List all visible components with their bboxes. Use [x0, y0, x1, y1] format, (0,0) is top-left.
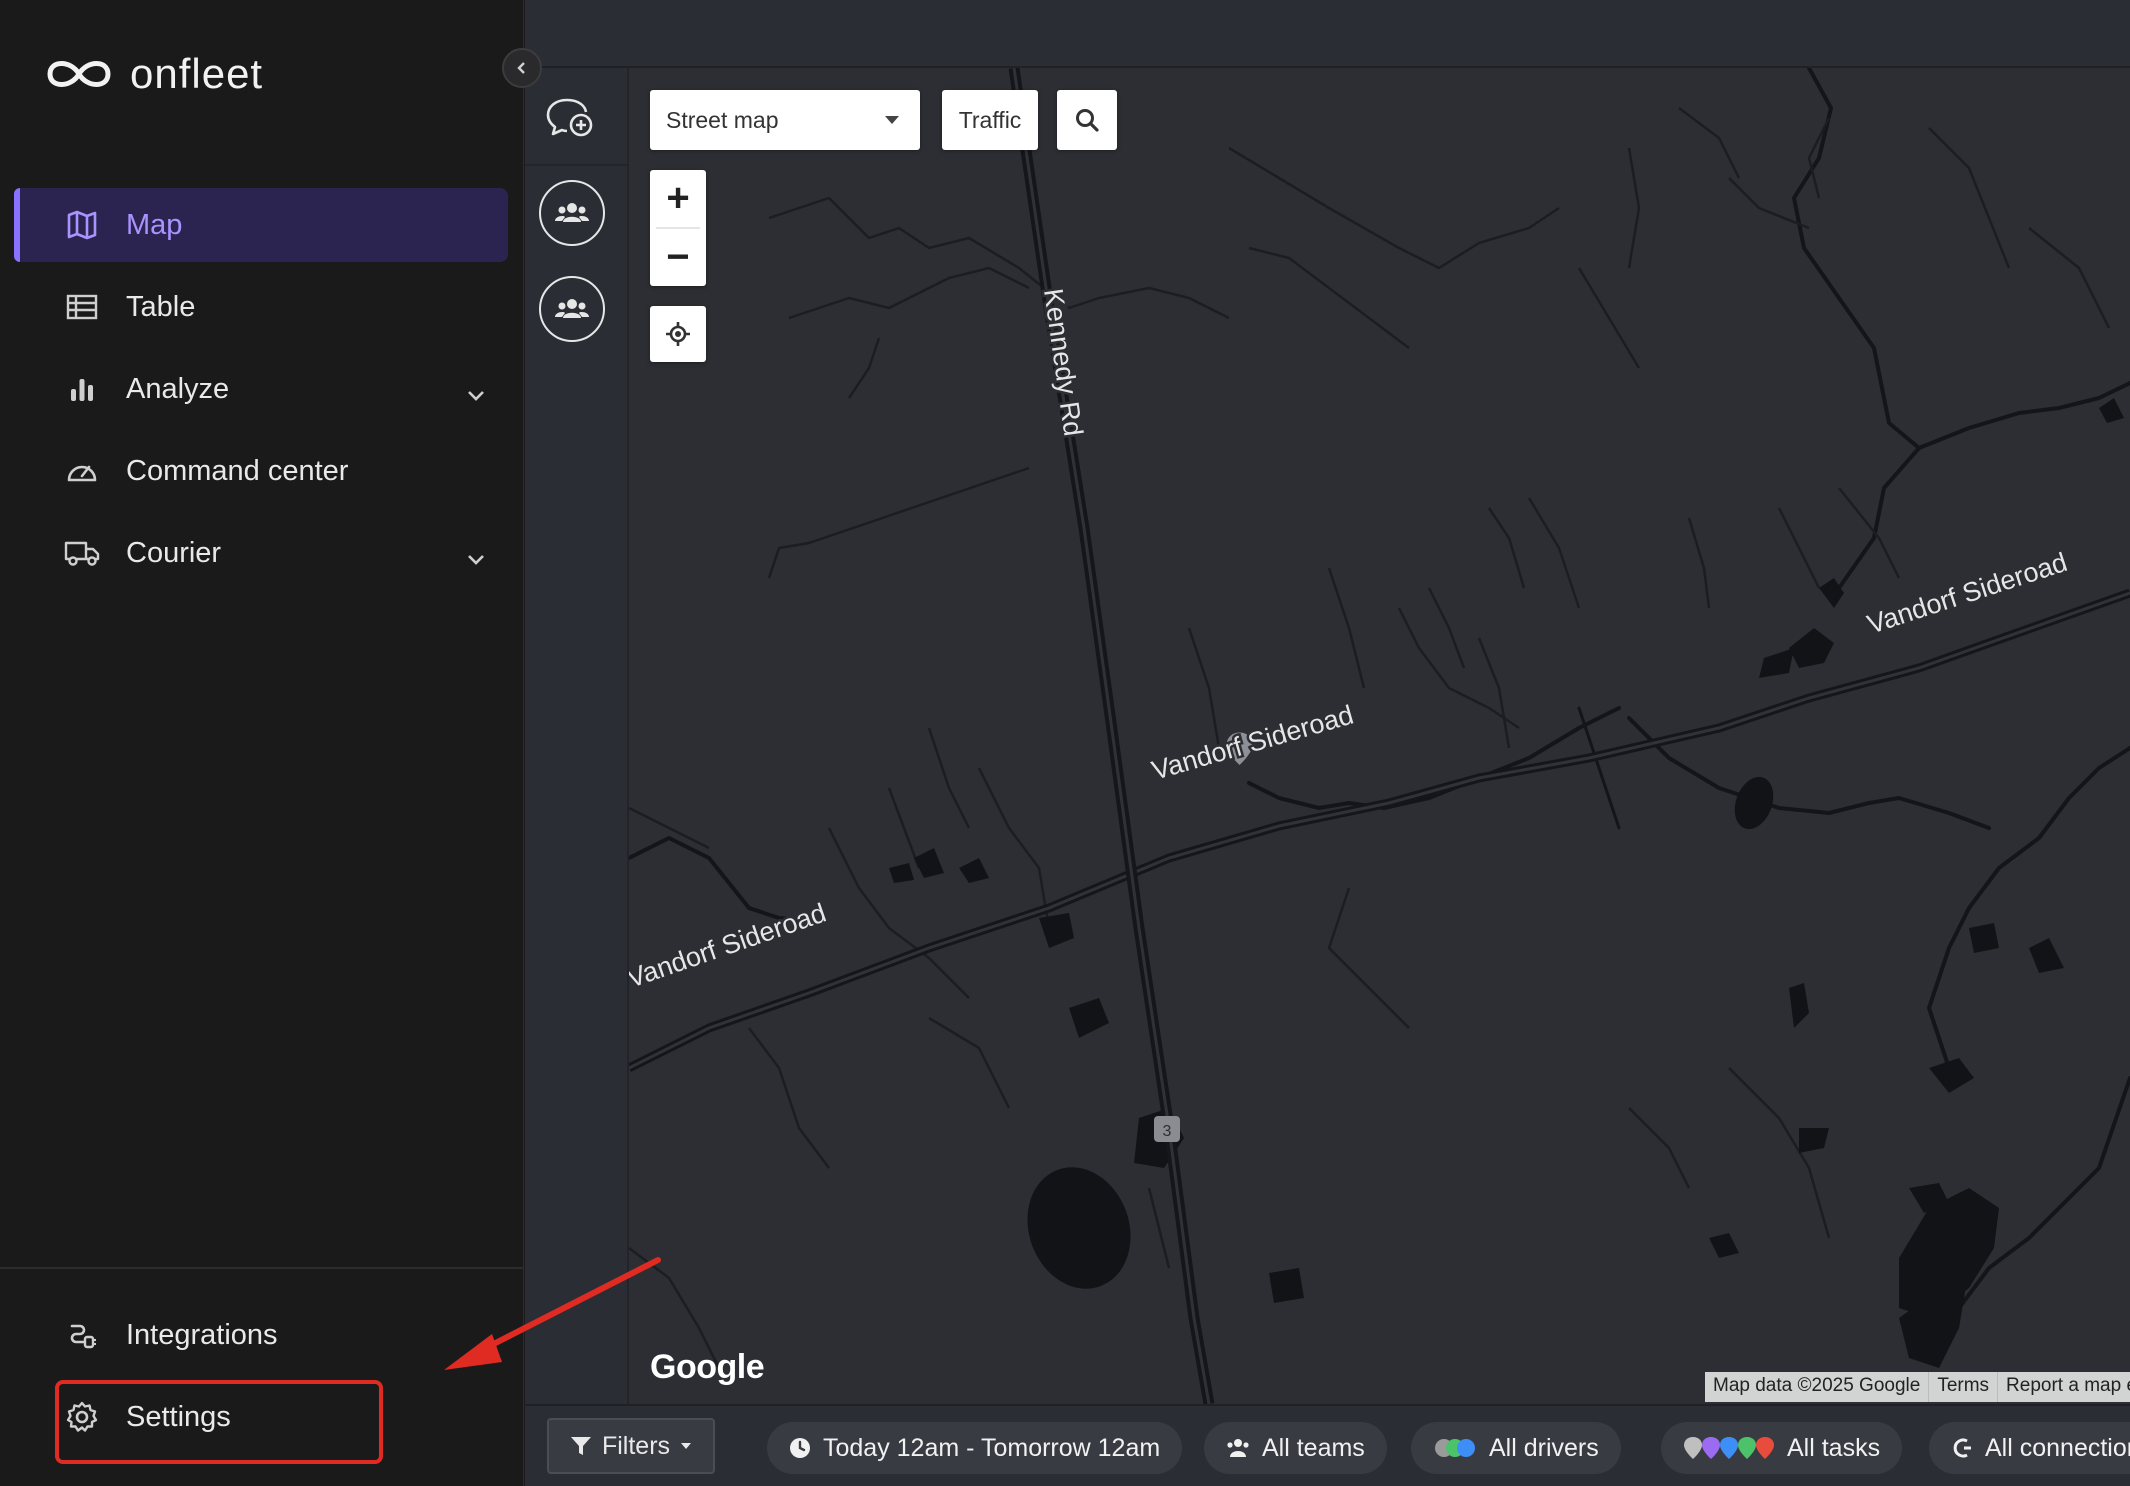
driver-status-icon — [1435, 1439, 1475, 1457]
gauge-icon — [64, 453, 100, 489]
map-attribution: Map data ©2025 Google Terms Report a map… — [1705, 1372, 2130, 1402]
map-type-select[interactable]: Street map — [650, 90, 920, 150]
locate-me-button[interactable] — [650, 306, 706, 362]
sidebar-item-map[interactable]: Map — [14, 188, 508, 262]
connections-label: All connections — [1985, 1433, 2130, 1462]
sidebar-item-settings[interactable]: Settings — [14, 1380, 508, 1454]
filters-button[interactable]: Filters — [547, 1418, 715, 1474]
route-shield-icon: 3 — [1154, 1116, 1180, 1142]
tasks-chip[interactable]: All tasks — [1661, 1422, 1903, 1474]
map-icon — [64, 207, 100, 243]
infinity-logo-icon — [44, 54, 114, 94]
gear-icon — [64, 1399, 100, 1435]
annotation-arrow-icon — [444, 1257, 661, 1370]
main-nav: Map Table Analyze Command center Courier — [14, 188, 508, 598]
driver-group-button[interactable] — [539, 276, 605, 342]
connection-icon — [1953, 1438, 1971, 1458]
sidebar-item-label: Command center — [126, 454, 349, 487]
map-search-button[interactable] — [1057, 90, 1117, 150]
crosshair-icon — [666, 322, 690, 346]
sidebar-item-label: Analyze — [126, 372, 230, 405]
drivers-chip[interactable]: All drivers — [1411, 1422, 1621, 1474]
map-left-rail — [525, 68, 629, 1404]
drivers-label: All drivers — [1489, 1433, 1599, 1462]
truck-icon — [64, 535, 100, 571]
terms-link[interactable]: Terms — [1929, 1372, 1999, 1402]
brand-logo[interactable]: onfleet — [44, 50, 263, 98]
filter-bar: Filters Today 12am - Tomorrow 12am All t… — [525, 1404, 2130, 1486]
new-chat-icon[interactable] — [545, 96, 597, 145]
sidebar-item-analyze[interactable]: Analyze — [14, 352, 508, 426]
sidebar-item-courier[interactable]: Courier — [14, 516, 508, 590]
traffic-toggle-button[interactable]: Traffic — [942, 90, 1038, 150]
task-pins-icon — [1684, 1437, 1774, 1459]
sidebar-item-label: Integrations — [126, 1318, 278, 1351]
filters-label: Filters — [601, 1431, 671, 1460]
connections-chip[interactable]: All connections — [1929, 1422, 2130, 1474]
time-range-chip[interactable]: Today 12am - Tomorrow 12am — [767, 1422, 1183, 1474]
zoom-in-button[interactable]: + — [650, 170, 706, 227]
users-icon — [555, 203, 589, 222]
map-tiles: 3 Kennedy Rd Vandorf Sideroad Vandorf Si… — [629, 68, 2130, 1404]
route-shield-label: 3 — [1163, 1123, 1172, 1140]
chevron-left-icon — [517, 62, 525, 74]
caret-down-icon — [681, 1443, 692, 1449]
map-canvas[interactable]: 3 Kennedy Rd Vandorf Sideroad Vandorf Si… — [629, 68, 2130, 1404]
sidebar-item-table[interactable]: Table — [14, 270, 508, 344]
team-icon — [1227, 1439, 1249, 1457]
chevron-down-icon[interactable] — [466, 542, 486, 575]
report-error-link[interactable]: Report a map error — [1998, 1372, 2130, 1402]
collapse-sidebar-button[interactable] — [502, 48, 542, 88]
traffic-label: Traffic — [958, 106, 1022, 133]
users-icon — [555, 299, 589, 318]
chevron-down-icon[interactable] — [466, 378, 486, 411]
bar-chart-icon — [64, 371, 100, 407]
team-view-button[interactable] — [539, 180, 605, 246]
clock-icon — [790, 1438, 810, 1458]
sidebar-item-label: Settings — [126, 1400, 231, 1433]
map-panel: 3 Kennedy Rd Vandorf Sideroad Vandorf Si… — [525, 0, 2130, 1486]
zoom-out-button[interactable]: − — [650, 229, 706, 286]
map-type-value: Street map — [666, 106, 779, 133]
brand-name: onfleet — [130, 50, 264, 97]
sidebar-item-command-center[interactable]: Command center — [14, 434, 508, 508]
integrations-icon — [64, 1317, 100, 1353]
caret-down-icon — [885, 116, 899, 124]
search-icon — [1076, 109, 1099, 132]
time-range-label: Today 12am - Tomorrow 12am — [823, 1433, 1161, 1462]
zoom-controls: + − — [650, 170, 706, 286]
sidebar-item-label: Table — [126, 290, 196, 323]
sidebar-item-label: Map — [126, 208, 183, 241]
tasks-label: All tasks — [1787, 1433, 1881, 1462]
rail-divider — [525, 164, 627, 166]
top-bar — [525, 0, 2130, 68]
table-icon — [64, 289, 100, 325]
teams-chip[interactable]: All teams — [1204, 1422, 1387, 1474]
map-data-credit: Map data ©2025 Google — [1705, 1372, 1930, 1402]
teams-label: All teams — [1262, 1433, 1365, 1462]
funnel-icon — [570, 1437, 591, 1455]
sidebar-item-label: Courier — [126, 536, 222, 569]
